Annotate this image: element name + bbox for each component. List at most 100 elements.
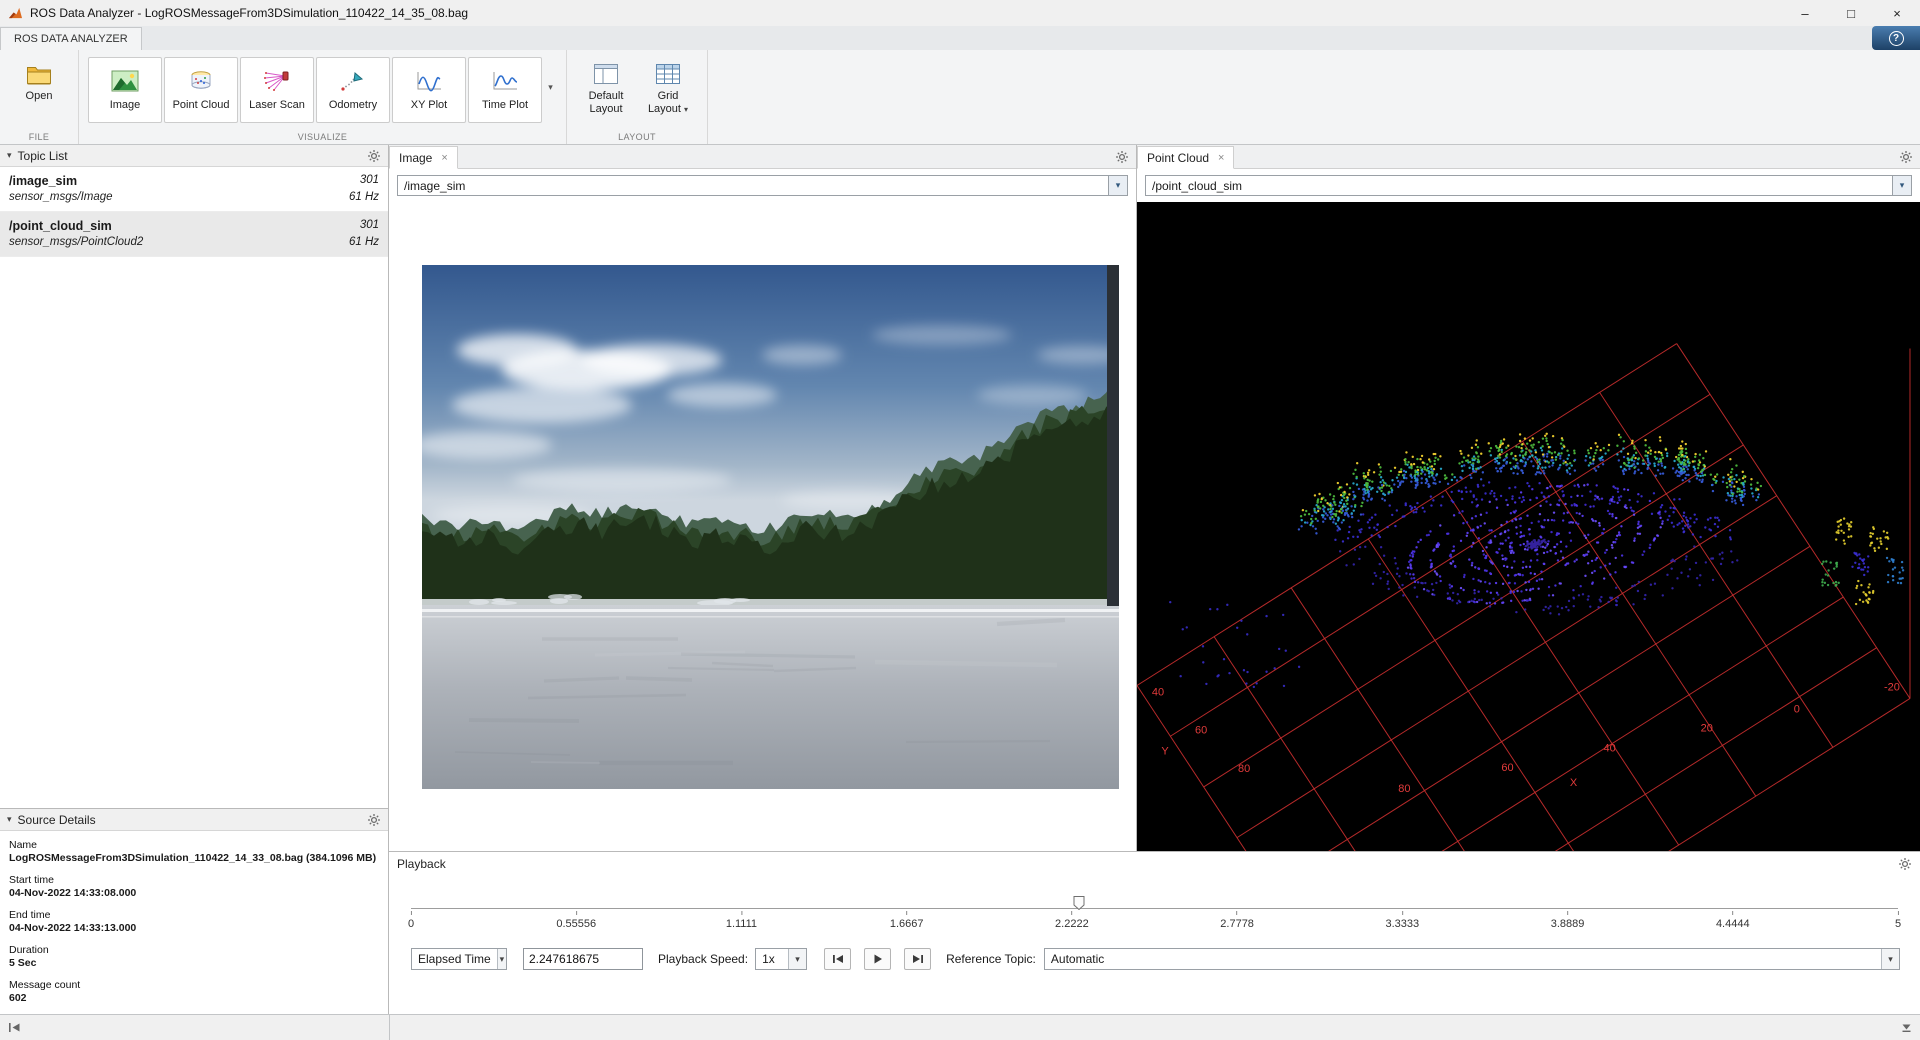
- point-cloud-viewer-tabbar: Point Cloud ×: [1137, 145, 1920, 169]
- playback-slider-thumb[interactable]: [1074, 896, 1085, 910]
- laser-scan-icon: [263, 69, 291, 93]
- statusbar: [0, 1014, 1920, 1040]
- laser-scan-button[interactable]: Laser Scan: [240, 57, 314, 123]
- xy-plot-button[interactable]: XY Plot: [392, 57, 466, 123]
- field-value: 04-Nov-2022 14:33:08.000: [9, 887, 379, 899]
- play-button[interactable]: [864, 948, 891, 970]
- image-display: [389, 202, 1136, 851]
- field-value: 5 Sec: [9, 957, 379, 969]
- minimize-button[interactable]: –: [1782, 0, 1828, 26]
- source-detail-field: Message count602: [9, 979, 379, 1004]
- section-label-file: FILE: [0, 132, 78, 142]
- default-layout-label: Default Layout: [578, 90, 634, 115]
- toolbar-section-visualize: Image Point Cloud: [79, 50, 567, 144]
- close-button[interactable]: ×: [1874, 0, 1920, 26]
- close-icon[interactable]: ×: [441, 152, 447, 164]
- step-back-icon: [832, 954, 844, 964]
- default-layout-icon: [593, 62, 619, 86]
- gear-icon[interactable]: [1898, 857, 1912, 871]
- point-cloud-button-label: Point Cloud: [173, 99, 230, 111]
- time-plot-button[interactable]: Time Plot: [468, 57, 542, 123]
- slider-tick: 0: [408, 911, 414, 930]
- gear-icon[interactable]: [1115, 150, 1129, 164]
- point-cloud-display[interactable]: 406080-20020406080XY: [1137, 202, 1920, 851]
- point-cloud-topic-value: /point_cloud_sim: [1146, 176, 1892, 195]
- grid-layout-button[interactable]: Grid Layout ▾: [637, 57, 699, 120]
- playback-slider[interactable]: [411, 896, 1898, 910]
- section-label-layout: LAYOUT: [567, 132, 707, 142]
- playback-speed-select[interactable]: 1x ▾: [755, 948, 807, 970]
- open-button[interactable]: Open: [8, 57, 70, 108]
- odometry-button[interactable]: Odometry: [316, 57, 390, 123]
- titlebar: ROS Data Analyzer - LogROSMessageFrom3DS…: [0, 0, 1920, 26]
- visualize-overflow-button[interactable]: ▾: [543, 57, 558, 118]
- grid-layout-icon: [655, 62, 681, 86]
- close-icon[interactable]: ×: [1218, 152, 1224, 164]
- field-label: End time: [9, 909, 379, 921]
- topic-row[interactable]: /image_sim301sensor_msgs/Image61 Hz: [0, 167, 388, 212]
- left-sidebar: ▾ Topic List /image_sim301sensor_msgs/Im…: [0, 145, 389, 1014]
- axis-tick-label: 0: [1794, 703, 1800, 715]
- tab-ros-data-analyzer[interactable]: ROS DATA ANALYZER: [0, 27, 142, 50]
- help-button[interactable]: ?: [1872, 26, 1920, 50]
- lidar-points: [1169, 433, 1904, 689]
- axis-tick-label: 80: [1238, 763, 1250, 775]
- maximize-button[interactable]: □: [1828, 0, 1874, 26]
- topic-rate: 61 Hz: [349, 191, 379, 203]
- ribbon-toolbar: Open FILE Image: [0, 50, 1920, 145]
- topic-list-title: Topic List: [18, 149, 68, 163]
- collapse-panel-button[interactable]: [0, 1022, 21, 1033]
- collapse-arrow-icon[interactable]: ▾: [7, 814, 12, 825]
- collapse-arrow-icon[interactable]: ▾: [7, 150, 12, 161]
- topic-rate: 61 Hz: [349, 236, 379, 248]
- tick-label: 5: [1895, 918, 1901, 930]
- gear-icon[interactable]: [367, 813, 381, 827]
- source-details-title: Source Details: [18, 813, 96, 827]
- slider-tick: 2.7778: [1220, 911, 1254, 930]
- xy-plot-icon: [415, 69, 443, 93]
- image-topic-select[interactable]: /image_sim ▾: [397, 175, 1128, 196]
- chevron-down-icon: ▾: [548, 82, 553, 93]
- time-mode-select[interactable]: Elapsed Time ▾: [411, 948, 507, 970]
- axis-tick-label: 60: [1501, 762, 1513, 774]
- time-input[interactable]: [523, 948, 643, 970]
- gear-icon[interactable]: [1899, 150, 1913, 164]
- point-cloud-topic-select[interactable]: /point_cloud_sim ▾: [1145, 175, 1912, 196]
- step-back-button[interactable]: [824, 948, 851, 970]
- gear-icon[interactable]: [367, 149, 381, 163]
- slider-tick: 4.4444: [1716, 911, 1750, 930]
- collapse-bottom-button[interactable]: [1901, 1022, 1920, 1033]
- playback-ticks: 00.555561.11111.66672.22222.77783.33333.…: [411, 911, 1898, 935]
- tab-image[interactable]: Image ×: [389, 146, 458, 169]
- dark-structure: [1107, 265, 1119, 606]
- slider-tick: 1.6667: [890, 911, 924, 930]
- time-plot-icon: [491, 69, 519, 93]
- topic-list-header: ▾ Topic List: [0, 145, 388, 167]
- axis-tick-label: Y: [1161, 745, 1169, 757]
- step-forward-button[interactable]: [904, 948, 931, 970]
- window-title: ROS Data Analyzer - LogROSMessageFrom3DS…: [30, 6, 468, 20]
- slider-tick: 0.55556: [556, 911, 596, 930]
- topic-list-panel: ▾ Topic List /image_sim301sensor_msgs/Im…: [0, 145, 388, 808]
- source-details-content: NameLogROSMessageFrom3DSimulation_110422…: [0, 831, 388, 1014]
- image-button[interactable]: Image: [88, 57, 162, 123]
- matlab-app-icon: [8, 6, 23, 20]
- toolbar-section-layout: Default Layout Grid Layout ▾ LAYOUT: [567, 50, 708, 144]
- step-forward-icon: [912, 954, 924, 964]
- topic-list-rows: /image_sim301sensor_msgs/Image61 Hz/poin…: [0, 167, 388, 257]
- field-label: Name: [9, 839, 379, 851]
- topic-type: sensor_msgs/Image: [9, 191, 349, 203]
- point-cloud-button[interactable]: Point Cloud: [164, 57, 238, 123]
- odometry-icon: [340, 69, 366, 93]
- laser-scan-button-label: Laser Scan: [249, 99, 305, 111]
- tab-point-cloud[interactable]: Point Cloud ×: [1137, 146, 1234, 169]
- tick-label: 0.55556: [556, 918, 596, 930]
- point-cloud-canvas[interactable]: 406080-20020406080XY: [1137, 202, 1920, 851]
- section-label-visualize: VISUALIZE: [79, 132, 566, 142]
- tick-label: 1.1111: [726, 918, 757, 930]
- topic-row[interactable]: /point_cloud_sim301sensor_msgs/PointClou…: [0, 212, 388, 257]
- playback-title: Playback: [397, 857, 446, 871]
- default-layout-button[interactable]: Default Layout: [575, 57, 637, 120]
- reference-topic-select[interactable]: Automatic ▾: [1044, 948, 1900, 970]
- field-label: Message count: [9, 979, 379, 991]
